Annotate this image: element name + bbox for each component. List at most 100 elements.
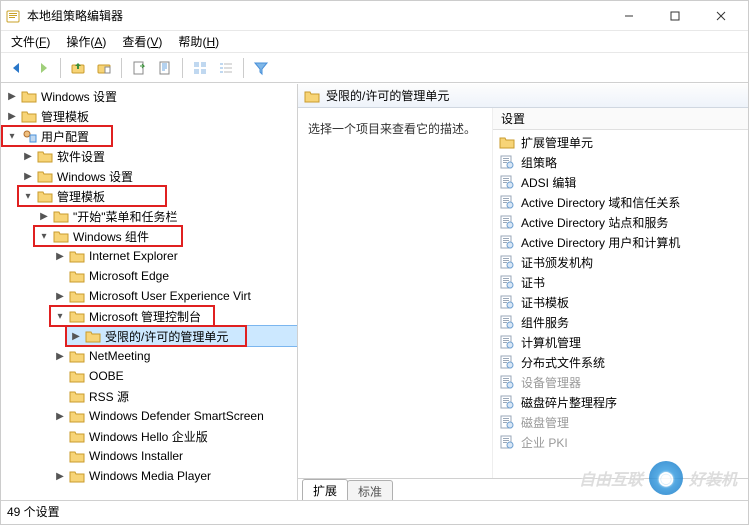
tree-item-media-player[interactable]: ▶Windows Media Player [51,466,297,486]
list-item-label: 证书模板 [521,294,569,311]
list-item-label: 企业 PKI [521,434,568,451]
chevron-down-icon[interactable]: ▾ [5,129,19,143]
list-item[interactable]: 组策略 [493,152,748,172]
tab-extended[interactable]: 扩展 [302,479,348,500]
policy-icon [499,215,515,229]
chevron-down-icon[interactable]: ▾ [21,189,35,203]
tree-item-installer[interactable]: ▶Windows Installer [51,446,297,466]
list-item[interactable]: 计算机管理 [493,332,748,352]
tab-standard[interactable]: 标准 [347,480,393,500]
list-item-label: ADSI 编辑 [521,174,576,191]
policy-icon [499,295,515,309]
chevron-right-icon[interactable]: ▶ [21,149,35,163]
list-item[interactable]: 组件服务 [493,312,748,332]
watermark-logo-icon: ◉ [649,461,683,495]
chevron-down-icon[interactable]: ▾ [53,309,67,323]
list-item[interactable]: 证书模板 [493,292,748,312]
tree-item-start-taskbar[interactable]: ▶"开始"菜单和任务栏 [35,206,297,226]
properties-button[interactable] [92,56,116,80]
chevron-right-icon[interactable]: ▶ [53,249,67,263]
toolbar-sep [182,58,183,78]
menu-action[interactable]: 操作(A) [60,31,112,52]
folder-icon [69,369,85,383]
list-item-label: 分布式文件系统 [521,354,605,371]
chevron-right-icon[interactable]: ▶ [5,109,19,123]
menu-help[interactable]: 帮助(H) [172,31,225,52]
list-item[interactable]: 企业 PKI [493,432,748,452]
policy-icon [499,415,515,429]
chevron-right-icon[interactable]: ▶ [37,209,51,223]
tree-item-oobe[interactable]: ▶OOBE [51,366,297,386]
tree-item-admin-templates[interactable]: ▾管理模板 [19,186,297,206]
folder-icon [85,329,101,343]
list-item-label: 设备管理器 [521,374,581,391]
chevron-right-icon[interactable]: ▶ [5,89,19,103]
menubar: 文件(F) 操作(A) 查看(V) 帮助(H) [1,31,748,53]
list-item-label: Active Directory 站点和服务 [521,214,668,231]
menu-view[interactable]: 查看(V) [116,31,168,52]
tree-item-mmc[interactable]: ▾Microsoft 管理控制台 [51,306,297,326]
tree-item-restricted[interactable]: ▶受限的/许可的管理单元 [67,326,297,346]
tree-item-user-config[interactable]: ▾ 用户配置 [3,126,297,146]
maximize-button[interactable] [652,1,698,31]
forward-button[interactable] [31,56,55,80]
app-icon [5,8,21,24]
up-button[interactable] [66,56,90,80]
tree-item-windows-settings2[interactable]: ▶Windows 设置 [19,166,297,186]
back-button[interactable] [5,56,29,80]
list-item[interactable]: 证书颁发机构 [493,252,748,272]
folder-icon [69,269,85,283]
tree-item-netmeeting[interactable]: ▶NetMeeting [51,346,297,366]
list-item[interactable]: 磁盘碎片整理程序 [493,392,748,412]
list-item[interactable]: Active Directory 站点和服务 [493,212,748,232]
toolbar-sep [121,58,122,78]
refresh-button[interactable] [153,56,177,80]
tree-item-software-settings[interactable]: ▶软件设置 [19,146,297,166]
list-item[interactable]: 证书 [493,272,748,292]
tree-item-rss[interactable]: ▶RSS 源 [51,386,297,406]
list-item-label: 扩展管理单元 [521,134,593,151]
export-button[interactable] [127,56,151,80]
list-item[interactable]: ADSI 编辑 [493,172,748,192]
list-button[interactable] [214,56,238,80]
chevron-right-icon[interactable]: ▶ [53,289,67,303]
list-item[interactable]: 磁盘管理 [493,412,748,432]
large-icons-button[interactable] [188,56,212,80]
tree-item-edge[interactable]: ▶Microsoft Edge [51,266,297,286]
list-item-label: 证书颁发机构 [521,254,593,271]
tree-item-defender[interactable]: ▶Windows Defender SmartScreen [51,406,297,426]
close-button[interactable] [698,1,744,31]
tree-item-ux-virt[interactable]: ▶Microsoft User Experience Virt [51,286,297,306]
filter-button[interactable] [249,56,273,80]
chevron-right-icon[interactable]: ▶ [69,329,83,343]
tree-item-windows-components[interactable]: ▾Windows 组件 [35,226,297,246]
chevron-right-icon[interactable]: ▶ [53,409,67,423]
policy-icon [499,235,515,249]
tree-item-windows-settings[interactable]: ▶ Windows 设置 [3,86,297,106]
policy-icon [499,335,515,349]
tree-pane[interactable]: ▶ Windows 设置 ▶ 管理模板 ▾ [1,84,298,500]
menu-file[interactable]: 文件(F) [5,31,56,52]
tree-item-ie[interactable]: ▶Internet Explorer [51,246,297,266]
list-item[interactable]: 设备管理器 [493,372,748,392]
tree-item-admin-templates-top[interactable]: ▶ 管理模板 [3,106,297,126]
minimize-button[interactable] [606,1,652,31]
chevron-right-icon[interactable]: ▶ [53,469,67,483]
list-item[interactable]: 分布式文件系统 [493,352,748,372]
folder-icon [69,449,85,463]
folder-icon [69,389,85,403]
description-prompt: 选择一个项目来查看它的描述。 [308,120,482,137]
chevron-down-icon[interactable]: ▾ [37,229,51,243]
watermark: 自由互联 ◉ 好装机 [579,461,737,495]
chevron-right-icon[interactable]: ▶ [53,349,67,363]
folder-icon [53,229,69,243]
items-list: 扩展管理单元组策略 ADSI 编辑Active Directory 域和信任关系 A… [493,130,748,454]
column-header-settings[interactable]: 设置 [493,108,748,130]
folder-icon [53,209,69,223]
tree-item-hello[interactable]: ▶Windows Hello 企业版 [51,426,297,446]
list-item-label: 组件服务 [521,314,569,331]
list-item[interactable]: Active Directory 用户和计算机 [493,232,748,252]
chevron-right-icon[interactable]: ▶ [21,169,35,183]
list-item[interactable]: Active Directory 域和信任关系 [493,192,748,212]
list-item[interactable]: 扩展管理单元 [493,132,748,152]
